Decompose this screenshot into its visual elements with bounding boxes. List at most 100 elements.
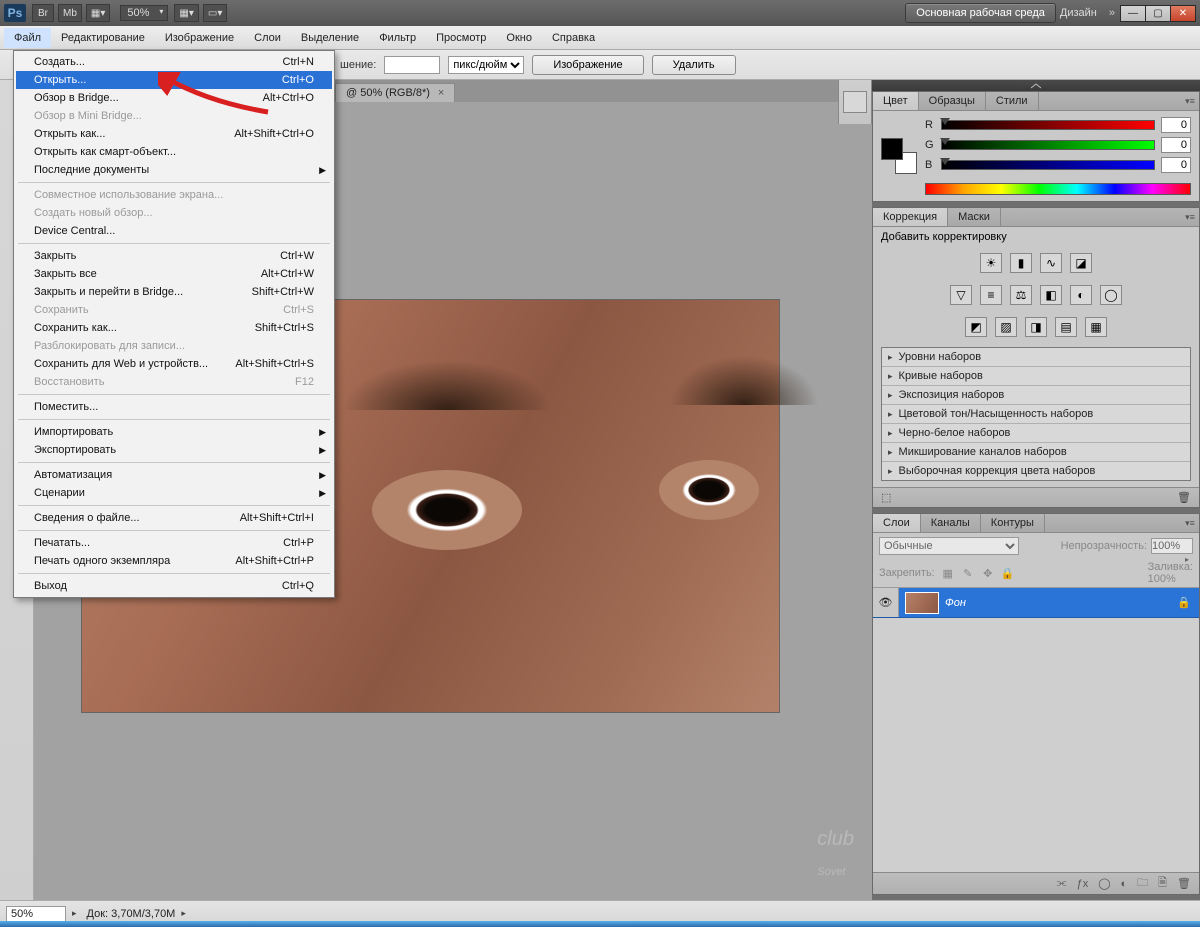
menu-filter[interactable]: Фильтр: [369, 28, 426, 48]
threshold-icon[interactable]: ◨: [1025, 317, 1047, 337]
file-menu-item[interactable]: Последние документы▶: [16, 161, 332, 179]
minibridge-button[interactable]: Mb: [58, 4, 82, 22]
file-menu-item[interactable]: ВыходCtrl+Q: [16, 577, 332, 595]
r-value[interactable]: 0: [1161, 117, 1191, 133]
file-menu-item[interactable]: Создать...Ctrl+N: [16, 53, 332, 71]
doc-tab[interactable]: @ 50% (RGB/8*)×: [335, 83, 455, 102]
layer-visibility-icon[interactable]: 👁: [873, 588, 899, 617]
adj-footer-left-icon[interactable]: ⬚: [881, 491, 891, 504]
link-layers-icon[interactable]: ⫘: [1057, 877, 1067, 890]
layer-row[interactable]: 👁 Фон 🔒: [873, 588, 1199, 618]
menu-help[interactable]: Справка: [542, 28, 605, 48]
file-menu-item[interactable]: Закрыть всеAlt+Ctrl+W: [16, 265, 332, 283]
tab-styles[interactable]: Стили: [986, 92, 1039, 110]
workspace-more-icon[interactable]: »: [1109, 7, 1115, 19]
maximize-button[interactable]: ▢: [1145, 5, 1171, 22]
lock-transparent-icon[interactable]: ▦: [941, 566, 955, 580]
resolution-input[interactable]: [384, 56, 440, 74]
group-icon[interactable]: 🗀: [1137, 874, 1148, 893]
fx-icon[interactable]: ƒx: [1077, 878, 1089, 890]
vibrance-icon[interactable]: ▽: [950, 285, 972, 305]
balance-icon[interactable]: ⚖: [1010, 285, 1032, 305]
file-menu-item[interactable]: Поместить...: [16, 398, 332, 416]
mixer-icon[interactable]: ◯: [1100, 285, 1122, 305]
adjustment-preset-item[interactable]: Экспозиция наборов: [882, 386, 1190, 405]
file-menu-item[interactable]: Экспортировать▶: [16, 441, 332, 459]
file-menu-item[interactable]: ЗакрытьCtrl+W: [16, 247, 332, 265]
selective-icon[interactable]: ▦: [1085, 317, 1107, 337]
history-icon[interactable]: [843, 91, 867, 113]
view-extras-button[interactable]: ▦▾: [86, 4, 110, 22]
tab-masks[interactable]: Маски: [948, 208, 1001, 226]
layer-name[interactable]: Фон: [945, 597, 1177, 609]
bw-icon[interactable]: ◧: [1040, 285, 1062, 305]
panel-menu-icon[interactable]: ▾≡: [1181, 208, 1199, 226]
posterize-icon[interactable]: ▨: [995, 317, 1017, 337]
file-menu-item[interactable]: Печать одного экземпляраAlt+Shift+Ctrl+P: [16, 552, 332, 570]
new-layer-icon[interactable]: 🗎: [1158, 874, 1167, 893]
panel-menu-icon[interactable]: ▾≡: [1181, 92, 1199, 110]
levels-icon[interactable]: ▮: [1010, 253, 1032, 273]
screen-mode-button[interactable]: ▭▾: [203, 4, 227, 22]
hue-strip[interactable]: [925, 183, 1191, 195]
arrange-docs-button[interactable]: ▦▾: [174, 4, 198, 22]
lock-position-icon[interactable]: ✥: [981, 566, 995, 580]
status-zoom-input[interactable]: 50%: [6, 906, 66, 922]
dock-collapse-button[interactable]: [872, 80, 1200, 91]
fill-value[interactable]: 100%: [1148, 573, 1193, 585]
blend-mode-select[interactable]: Обычные: [879, 537, 1019, 555]
hue-icon[interactable]: ≡: [980, 285, 1002, 305]
trash-icon[interactable]: 🗑: [1177, 877, 1191, 890]
adjustment-preset-item[interactable]: Черно-белое наборов: [882, 424, 1190, 443]
curves-icon[interactable]: ∿: [1040, 253, 1062, 273]
file-menu-item[interactable]: Сценарии▶: [16, 484, 332, 502]
panel-menu-icon[interactable]: ▾≡: [1181, 514, 1199, 532]
tab-color[interactable]: Цвет: [873, 92, 919, 110]
file-menu-item[interactable]: Device Central...: [16, 222, 332, 240]
menu-select[interactable]: Выделение: [291, 28, 369, 48]
menu-layer[interactable]: Слои: [244, 28, 291, 48]
collapsed-panel-strip[interactable]: [838, 80, 872, 124]
tab-channels[interactable]: Каналы: [921, 514, 981, 532]
adj-footer-right-icon[interactable]: 🗑: [1177, 491, 1191, 504]
g-value[interactable]: 0: [1161, 137, 1191, 153]
file-menu-item[interactable]: Открыть как смарт-объект...: [16, 143, 332, 161]
resolution-unit-select[interactable]: пикс/дюйм: [448, 56, 524, 74]
file-menu-item[interactable]: Открыть...Ctrl+O: [16, 71, 332, 89]
doc-tab-close-icon[interactable]: ×: [438, 87, 444, 99]
b-slider[interactable]: [941, 160, 1155, 170]
menu-image[interactable]: Изображение: [155, 28, 244, 48]
workspace-essentials-button[interactable]: Основная рабочая среда: [905, 3, 1056, 23]
tab-swatches[interactable]: Образцы: [919, 92, 986, 110]
fg-bg-swatch[interactable]: [881, 138, 917, 174]
zoom-dropdown[interactable]: 50%: [120, 5, 168, 21]
b-value[interactable]: 0: [1161, 157, 1191, 173]
file-menu-item[interactable]: Импортировать▶: [16, 423, 332, 441]
menu-file[interactable]: Файл: [4, 28, 51, 48]
menu-window[interactable]: Окно: [496, 28, 542, 48]
opacity-value[interactable]: 100%: [1151, 538, 1193, 554]
file-menu-item[interactable]: Печатать...Ctrl+P: [16, 534, 332, 552]
lock-all-icon[interactable]: 🔒: [1001, 566, 1015, 580]
workspace-design-label[interactable]: Дизайн: [1060, 7, 1097, 19]
minimize-button[interactable]: —: [1120, 5, 1146, 22]
invert-icon[interactable]: ◩: [965, 317, 987, 337]
tab-layers[interactable]: Слои: [873, 514, 921, 532]
file-menu-item[interactable]: Сведения о файле...Alt+Shift+Ctrl+I: [16, 509, 332, 527]
adjustment-preset-item[interactable]: Микширование каналов наборов: [882, 443, 1190, 462]
file-menu-item[interactable]: Автоматизация▶: [16, 466, 332, 484]
gradient-map-icon[interactable]: ▤: [1055, 317, 1077, 337]
adjustment-layer-icon[interactable]: ◐: [1121, 878, 1128, 890]
menu-edit[interactable]: Редактирование: [51, 28, 155, 48]
crop-delete-button[interactable]: Удалить: [652, 55, 736, 75]
r-slider[interactable]: [941, 120, 1155, 130]
crop-image-button[interactable]: Изображение: [532, 55, 643, 75]
adjustment-preset-item[interactable]: Кривые наборов: [882, 367, 1190, 386]
photo-filter-icon[interactable]: ◐: [1070, 285, 1092, 305]
g-slider[interactable]: [941, 140, 1155, 150]
bridge-button[interactable]: Br: [32, 4, 54, 22]
adjustment-preset-item[interactable]: Уровни наборов: [882, 348, 1190, 367]
file-menu-item[interactable]: Закрыть и перейти в Bridge...Shift+Ctrl+…: [16, 283, 332, 301]
adjustment-preset-item[interactable]: Цветовой тон/Насыщенность наборов: [882, 405, 1190, 424]
adjustment-preset-item[interactable]: Выборочная коррекция цвета наборов: [882, 462, 1190, 480]
